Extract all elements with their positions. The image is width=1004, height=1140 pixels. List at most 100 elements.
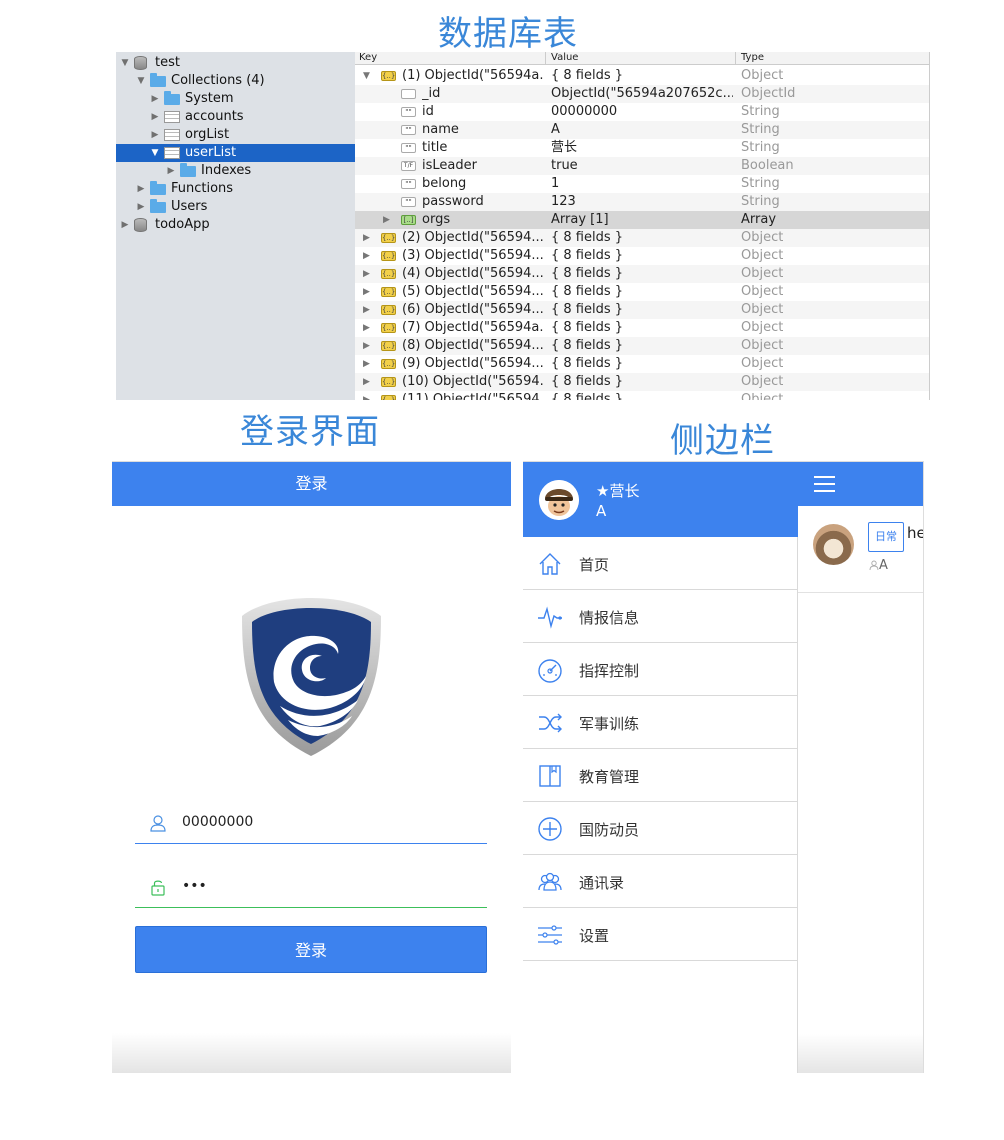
table-row[interactable]: _id ObjectId("56594a207652c... ObjectId: [355, 85, 929, 103]
triangle-down-icon[interactable]: ▼: [150, 144, 160, 162]
triangle-right-icon[interactable]: ▶: [363, 319, 370, 337]
row-type: Object: [741, 338, 784, 353]
triangle-right-icon[interactable]: ▶: [150, 90, 160, 108]
column-key-header[interactable]: Key: [359, 52, 377, 64]
tree-item-users[interactable]: ▶ Users: [116, 198, 355, 216]
string-icon: "": [401, 179, 416, 189]
table-row[interactable]: ▶ {..} (7) ObjectId("56594a... { 8 fields }…: [355, 319, 929, 337]
sidebar-item-6[interactable]: 国防动员: [523, 802, 798, 855]
table-row[interactable]: T/F isLeader true Boolean: [355, 157, 929, 175]
username-value: 00000000: [182, 814, 254, 830]
row-value: { 8 fields }: [551, 230, 624, 245]
triangle-right-icon[interactable]: ▶: [363, 247, 370, 265]
table-row[interactable]: "" name A String: [355, 121, 929, 139]
table-row[interactable]: "" title 营长 String: [355, 139, 929, 157]
triangle-right-icon[interactable]: ▶: [363, 229, 370, 247]
triangle-right-icon[interactable]: ▶: [150, 108, 160, 126]
row-value: 1: [551, 176, 560, 191]
row-key: _id: [422, 86, 441, 101]
object-icon: {..}: [381, 251, 396, 261]
row-type: ObjectId: [741, 86, 796, 101]
triangle-down-icon[interactable]: ▼: [363, 67, 370, 85]
message-user-name: A: [879, 558, 888, 573]
row-type: Object: [741, 302, 784, 317]
triangle-right-icon[interactable]: ▶: [363, 283, 370, 301]
side-drawer: ★营长 A 首页 情报信息 指挥控制 军事训练 教育管理 国防动员 通讯录 设置: [523, 462, 798, 1073]
table-row[interactable]: ▶ {..} (11) ObjectId("56594... { 8 fields }…: [355, 391, 929, 400]
message-item[interactable]: 日常 he A: [798, 506, 923, 593]
table-row[interactable]: ▶ [..] orgs Array [1] Array: [355, 211, 929, 229]
sidebar-item-label: 首页: [579, 556, 610, 574]
tree-item-accounts[interactable]: ▶ accounts: [116, 108, 355, 126]
user-avatar[interactable]: [539, 480, 579, 520]
table-row[interactable]: "" password 123 String: [355, 193, 929, 211]
triangle-right-icon[interactable]: ▶: [150, 126, 160, 144]
tree-item-functions[interactable]: ▶ Functions: [116, 180, 355, 198]
sidebar-item-4[interactable]: 军事训练: [523, 696, 798, 749]
table-row[interactable]: ▶ {..} (3) ObjectId("56594... { 8 fields } O…: [355, 247, 929, 265]
row-value: 00000000: [551, 104, 618, 119]
triangle-right-icon[interactable]: ▶: [120, 216, 130, 234]
database-section-title: 数据库表: [438, 14, 578, 54]
sidebar-item-2[interactable]: 情报信息: [523, 590, 798, 643]
tree-item-test[interactable]: ▼ test: [116, 54, 355, 72]
grid-header: Key Value Type: [355, 52, 929, 65]
tree-item-label: accounts: [185, 109, 244, 124]
triangle-right-icon[interactable]: ▶: [363, 355, 370, 373]
tree-item-orglist[interactable]: ▶ orgList: [116, 126, 355, 144]
password-value: •••: [182, 878, 207, 894]
sidebar-item-5[interactable]: 教育管理: [523, 749, 798, 802]
table-row[interactable]: ▶ {..} (9) ObjectId("56594... { 8 fields } O…: [355, 355, 929, 373]
tree-item-system[interactable]: ▶ System: [116, 90, 355, 108]
row-value: { 8 fields }: [551, 338, 624, 353]
triangle-right-icon[interactable]: ▶: [166, 162, 176, 180]
password-field[interactable]: •••: [135, 868, 487, 908]
sidebar-item-3[interactable]: 指挥控制: [523, 643, 798, 696]
table-row[interactable]: "" belong 1 String: [355, 175, 929, 193]
triangle-right-icon[interactable]: ▶: [363, 265, 370, 283]
triangle-right-icon[interactable]: ▶: [363, 301, 370, 319]
row-key: (10) ObjectId("56594...: [402, 374, 544, 389]
tree-item-collections-4-[interactable]: ▼ Collections (4): [116, 72, 355, 90]
tree-item-label: todoApp: [155, 217, 210, 232]
triangle-right-icon[interactable]: ▶: [383, 211, 390, 229]
table-row[interactable]: ▶ {..} (5) ObjectId("56594... { 8 fields } O…: [355, 283, 929, 301]
table-row[interactable]: ▶ {..} (6) ObjectId("56594... { 8 fields } O…: [355, 301, 929, 319]
row-type: Object: [741, 248, 784, 263]
triangle-right-icon[interactable]: ▶: [136, 180, 146, 198]
triangle-right-icon[interactable]: ▶: [363, 337, 370, 355]
column-value-header[interactable]: Value: [551, 52, 578, 64]
table-row[interactable]: ▶ {..} (4) ObjectId("56594... { 8 fields } O…: [355, 265, 929, 283]
row-type: Array: [741, 212, 777, 227]
object-icon: {..}: [381, 395, 396, 400]
tree-item-todoapp[interactable]: ▶ todoApp: [116, 216, 355, 234]
triangle-right-icon[interactable]: ▶: [363, 391, 370, 400]
table-row[interactable]: ▼ {..} (1) ObjectId("56594a... { 8 fields }…: [355, 67, 929, 85]
row-key: (7) ObjectId("56594a...: [402, 320, 544, 335]
sidebar-item-7[interactable]: 通讯录: [523, 855, 798, 908]
boolean-icon: T/F: [401, 161, 416, 171]
row-type: Object: [741, 284, 784, 299]
triangle-down-icon[interactable]: ▼: [120, 54, 130, 72]
row-key: id: [422, 104, 434, 119]
string-icon: "": [401, 107, 416, 117]
table-row[interactable]: "" id 00000000 String: [355, 103, 929, 121]
object-icon: {..}: [381, 71, 396, 81]
tree-item-label: Functions: [171, 181, 234, 196]
table-row[interactable]: ▶ {..} (2) ObjectId("56594... { 8 fields } O…: [355, 229, 929, 247]
object-icon: {..}: [381, 323, 396, 333]
login-button[interactable]: 登录: [135, 926, 487, 973]
table-row[interactable]: ▶ {..} (10) ObjectId("56594... { 8 fields }…: [355, 373, 929, 391]
tree-item-indexes[interactable]: ▶ Indexes: [116, 162, 355, 180]
row-value: ObjectId("56594a207652c...: [551, 86, 733, 101]
triangle-down-icon[interactable]: ▼: [136, 72, 146, 90]
hamburger-menu-icon[interactable]: [814, 476, 835, 492]
sidebar-item-1[interactable]: 首页: [523, 537, 798, 590]
tree-item-userlist[interactable]: ▼ userList: [116, 144, 355, 162]
triangle-right-icon[interactable]: ▶: [363, 373, 370, 391]
sidebar-item-8[interactable]: 设置: [523, 908, 798, 961]
table-row[interactable]: ▶ {..} (8) ObjectId("56594... { 8 fields } O…: [355, 337, 929, 355]
triangle-right-icon[interactable]: ▶: [136, 198, 146, 216]
column-type-header[interactable]: Type: [741, 52, 764, 64]
username-field[interactable]: 00000000: [135, 804, 487, 844]
